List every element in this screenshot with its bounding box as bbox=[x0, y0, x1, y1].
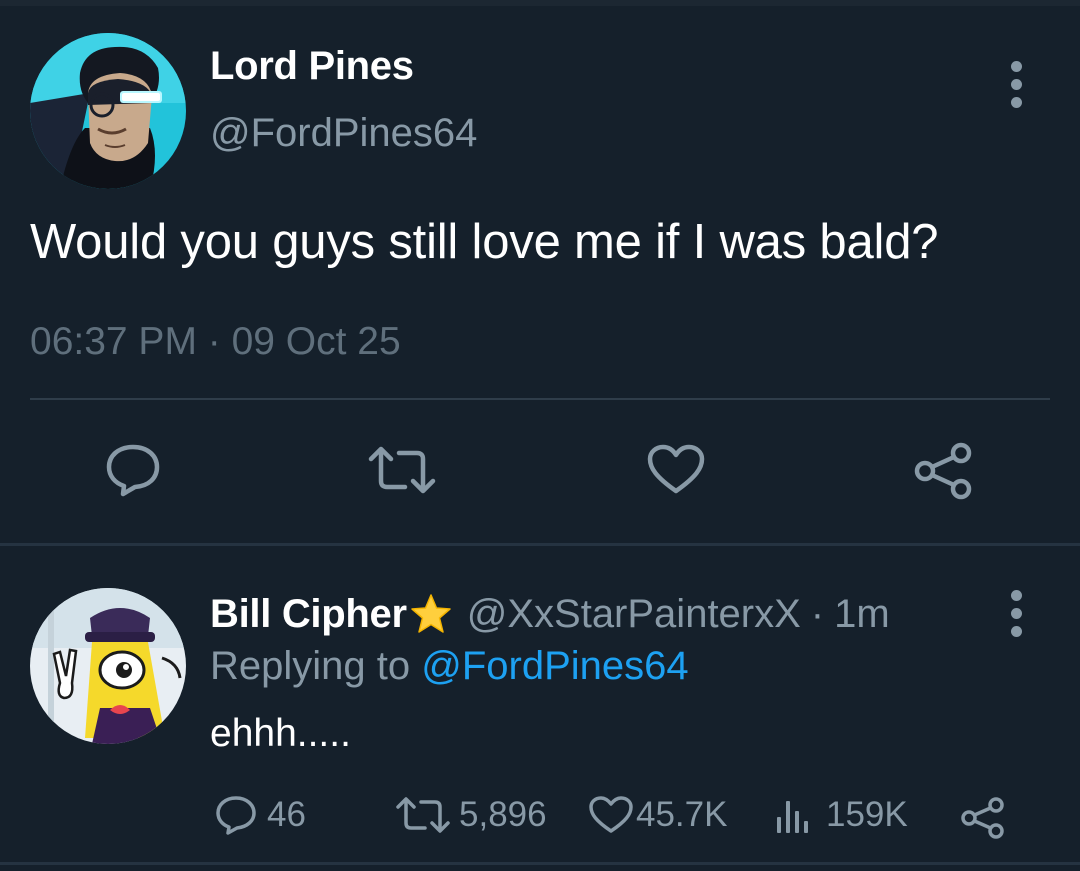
more-dot bbox=[1010, 607, 1022, 619]
reply-share-button[interactable] bbox=[960, 796, 1006, 840]
like-button[interactable] bbox=[646, 443, 706, 497]
replying-to-line: Replying to @FordPines64 bbox=[210, 644, 689, 689]
reply-text: ehhh..... bbox=[210, 712, 351, 755]
retweet-icon bbox=[368, 446, 436, 494]
views-count: 159K bbox=[826, 795, 908, 834]
replying-to-label: Replying to bbox=[210, 644, 411, 688]
share-icon bbox=[961, 797, 1004, 839]
retweet-icon bbox=[396, 797, 450, 833]
share-icon bbox=[914, 442, 972, 500]
reply-icon bbox=[216, 796, 256, 835]
author-display-name[interactable]: Lord Pines bbox=[210, 44, 414, 89]
reply-author-display-name[interactable]: Bill Cipher bbox=[210, 592, 407, 637]
reply-author-handle[interactable]: @XxStarPainterxX bbox=[467, 592, 801, 637]
reply-header: Bill Cipher @XxStarPainterxX · 1m bbox=[210, 592, 890, 636]
bill-cipher-avatar[interactable] bbox=[30, 588, 186, 744]
more-dot bbox=[1010, 78, 1022, 90]
reply-icon bbox=[106, 444, 160, 497]
more-dot bbox=[1010, 625, 1022, 637]
star-emoji-icon bbox=[410, 594, 451, 633]
reply-time[interactable]: 1m bbox=[834, 592, 890, 637]
more-dot bbox=[1010, 589, 1022, 601]
lord-pines-avatar[interactable] bbox=[30, 33, 186, 189]
heart-icon bbox=[647, 444, 705, 494]
more-dot bbox=[1010, 60, 1022, 72]
bottom-separator bbox=[0, 862, 1080, 865]
reply-button[interactable] bbox=[104, 443, 162, 497]
replying-to-handle-link[interactable]: @FordPines64 bbox=[421, 644, 688, 688]
retweet-button[interactable] bbox=[367, 443, 437, 497]
separator-dot: · bbox=[810, 591, 825, 636]
tweet-timestamp[interactable]: 06:37 PM · 09 Oct 25 bbox=[30, 320, 401, 364]
more-dot bbox=[1010, 96, 1022, 108]
heart-icon bbox=[589, 796, 633, 833]
main-tweet: Lord Pines @FordPines64 Would you guys s… bbox=[0, 0, 1080, 545]
share-button[interactable] bbox=[912, 440, 974, 500]
reply-count: 46 bbox=[267, 795, 306, 834]
author-handle[interactable]: @FordPines64 bbox=[210, 111, 477, 156]
reply-more-options-icon[interactable] bbox=[996, 583, 1036, 643]
divider bbox=[30, 398, 1050, 400]
bar-chart-icon bbox=[777, 801, 808, 833]
views-count-button[interactable]: 159K bbox=[774, 795, 908, 835]
retweet-count: 5,896 bbox=[459, 795, 547, 834]
retweet-count-button[interactable]: 5,896 bbox=[395, 795, 547, 835]
section-separator bbox=[0, 543, 1080, 546]
like-count-button[interactable]: 45.7K bbox=[588, 795, 727, 835]
more-options-icon[interactable] bbox=[996, 54, 1036, 114]
reply-count-button[interactable]: 46 bbox=[215, 795, 306, 835]
like-count: 45.7K bbox=[636, 795, 728, 834]
tweet-text: Would you guys still love me if I was ba… bbox=[30, 215, 939, 269]
